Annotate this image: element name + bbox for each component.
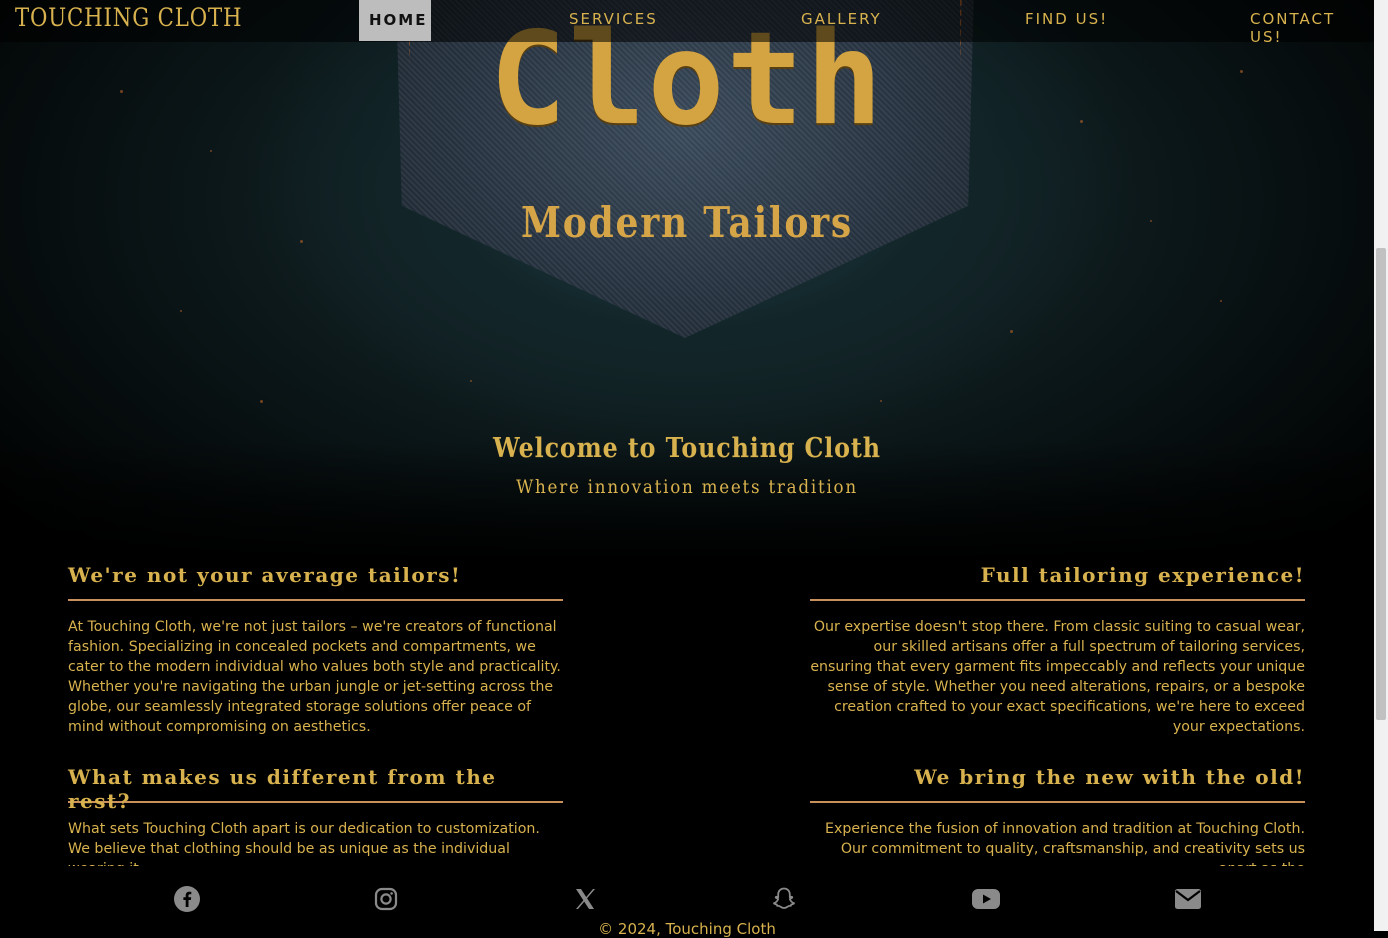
nav-services[interactable]: SERVICES bbox=[569, 10, 658, 28]
nav-contact-us[interactable]: CONTACT US! bbox=[1250, 10, 1374, 46]
nav-find-us[interactable]: FIND US! bbox=[1025, 10, 1108, 28]
instagram-icon[interactable] bbox=[371, 884, 401, 914]
welcome-tagline: Where innovation meets tradition bbox=[516, 476, 858, 498]
divider bbox=[810, 801, 1305, 803]
top-navbar: TOUCHING CLOTH HOME SERVICES GALLERY FIN… bbox=[0, 0, 1374, 46]
section-body: At Touching Cloth, we're not just tailor… bbox=[68, 619, 561, 735]
footer-copyright: © 2024, Touching Cloth bbox=[598, 920, 776, 938]
brand-logo[interactable]: TOUCHING CLOTH bbox=[15, 3, 242, 32]
section-new-with-old: We bring the new with the old! Experienc… bbox=[810, 765, 1305, 879]
section-heading: Full tailoring experience! bbox=[980, 563, 1305, 587]
snapchat-icon[interactable] bbox=[769, 884, 799, 914]
divider bbox=[810, 599, 1305, 601]
section-body: Our expertise doesn't stop there. From c… bbox=[810, 619, 1305, 735]
welcome-heading: Welcome to Touching Cloth bbox=[493, 433, 881, 464]
divider bbox=[68, 599, 563, 601]
section-full-tailoring: Full tailoring experience! Our expertise… bbox=[810, 563, 1305, 737]
envelope-icon[interactable] bbox=[1173, 884, 1203, 914]
section-heading: What makes us different from the rest? bbox=[68, 765, 497, 813]
hero-subtitle: Modern Tailors bbox=[521, 198, 853, 247]
nav-home[interactable]: HOME bbox=[359, 0, 431, 41]
section-heading: We bring the new with the old! bbox=[914, 765, 1305, 789]
section-average-tailors: We're not your average tailors! At Touch… bbox=[68, 563, 563, 737]
x-icon[interactable] bbox=[570, 884, 600, 914]
youtube-icon[interactable] bbox=[971, 884, 1001, 914]
scrollbar-thumb[interactable] bbox=[1376, 248, 1386, 720]
section-heading: We're not your average tailors! bbox=[68, 563, 462, 587]
section-different: What makes us different from the rest? W… bbox=[68, 765, 563, 879]
facebook-icon[interactable] bbox=[172, 884, 202, 914]
divider bbox=[68, 801, 563, 803]
page-scrollbar[interactable] bbox=[1374, 0, 1388, 931]
nav-gallery[interactable]: GALLERY bbox=[801, 10, 882, 28]
